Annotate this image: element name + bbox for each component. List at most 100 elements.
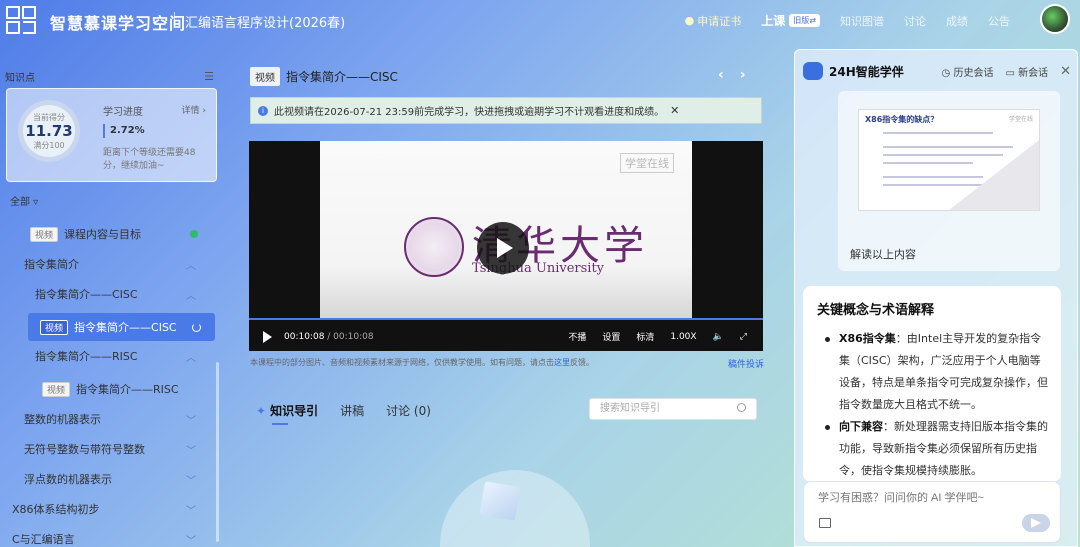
tree-item-label: 浮点数的机器表示 xyxy=(24,473,112,486)
video-tag: 视频 xyxy=(30,226,59,242)
tree-item-integer-repr[interactable]: 整数的机器表示 ﹀ xyxy=(24,405,216,433)
chevron-up-icon[interactable]: ︿ xyxy=(186,287,196,302)
player-controls: 00:10:08 / 00:10:08 不播 设置 标清 1.00X 🔈 ⤢ xyxy=(249,322,763,351)
video-title: 指令集简介——CISC xyxy=(286,70,398,84)
filter-dropdown[interactable]: 全部 ▿ xyxy=(10,193,38,208)
robot-icon xyxy=(803,62,823,80)
video-progress-bar[interactable] xyxy=(249,318,763,320)
tab-transcript[interactable]: 讲稿 xyxy=(340,402,364,419)
previous-icon[interactable]: ‹ xyxy=(718,67,724,83)
new-chat-button[interactable]: ▭ 新会话 xyxy=(1005,64,1048,79)
chevron-down-icon[interactable]: ﹀ xyxy=(186,532,196,547)
slide-decoration xyxy=(949,140,1039,210)
site-title[interactable]: 智慧慕课学习空间 xyxy=(50,10,186,34)
tree-item-label: 整数的机器表示 xyxy=(24,413,101,426)
quality-button[interactable]: 标清 xyxy=(636,330,654,343)
report-link[interactable]: 稿件投诉 xyxy=(728,357,764,370)
tree-item-course-goals[interactable]: 视频 课程内容与目标 xyxy=(30,220,216,248)
autoplay-toggle[interactable]: 不播 xyxy=(568,330,586,343)
progress-detail-link[interactable]: 详情 › xyxy=(182,103,206,116)
ai-title: 24H智能学伴 xyxy=(829,64,904,79)
full-score-label: 满分100 xyxy=(33,140,65,150)
tree-item-float-repr[interactable]: 浮点数的机器表示 ﹀ xyxy=(24,465,216,493)
fullscreen-icon[interactable]: ⤢ xyxy=(740,332,747,342)
tree-item-signed-unsigned[interactable]: 无符号整数与带符号整数 ﹀ xyxy=(24,435,216,463)
video-player[interactable]: 学堂在线 清华大学 Tsinghua University 00:10:08 /… xyxy=(249,141,763,351)
search-icon[interactable] xyxy=(737,403,746,412)
old-version-badge[interactable]: 旧版⇄ xyxy=(789,14,820,27)
nav-class[interactable]: 上课 旧版⇄ xyxy=(761,12,820,29)
score-ring: 当前得分 11.73 满分100 xyxy=(18,100,80,162)
tree-item-label: 课程内容与目标 xyxy=(64,228,142,241)
tree-item-label: 指令集简介——CISC xyxy=(74,321,177,334)
ai-input-box xyxy=(803,481,1061,543)
nav-grades[interactable]: 成绩 xyxy=(946,13,968,29)
in-progress-icon xyxy=(192,322,201,332)
ai-header: 24H智能学伴 ◷ 历史会话 ▭ 新会话 ✕ xyxy=(803,62,1071,80)
tree-item-x86-arch[interactable]: X86体系结构初步 ﹀ xyxy=(12,495,216,523)
speed-button[interactable]: 1.00X xyxy=(670,332,696,342)
apply-certificate-link[interactable]: ● 申请证书 xyxy=(685,13,742,29)
chevron-down-icon[interactable]: ﹀ xyxy=(186,472,196,487)
tree-item-c-assembly[interactable]: C与汇编语言 ﹀ xyxy=(12,525,216,547)
sidebar-heading: 知识点 xyxy=(5,73,35,84)
nav-knowledge-graph[interactable]: 知识图谱 xyxy=(840,13,884,29)
slide-watermark: 学堂在线 xyxy=(1008,116,1033,123)
copyright-disclaimer: 本课程中的部分图片、音频和视频素材来源于网络，仅供教学使用。如有问题，请点击这里… xyxy=(250,358,594,367)
nav-discussion[interactable]: 讨论 xyxy=(904,13,926,29)
list-item: 向下兼容：新处理器需支持旧版本指令集的功能，导致新指令集必须保留所有历史指令，使… xyxy=(817,416,1049,482)
nav-announcements[interactable]: 公告 xyxy=(988,13,1010,29)
chevron-up-icon[interactable]: ︿ xyxy=(186,349,196,364)
info-icon: i xyxy=(258,105,268,116)
course-title: 汇编语言程序设计(2026春) xyxy=(185,16,346,31)
answer-list: X86指令集：由Intel主导开发的复杂指令集（CISC）架构，广泛应用于个人电… xyxy=(817,328,1049,482)
tab-knowledge-guide[interactable]: ✦ 知识导引 xyxy=(256,402,318,425)
tree-item-cisc-section[interactable]: 指令集简介——CISC ︿ xyxy=(35,280,216,308)
folder-icon[interactable] xyxy=(819,518,831,528)
play-button[interactable] xyxy=(477,222,529,274)
logo-icon[interactable] xyxy=(6,6,36,34)
chevron-up-icon[interactable]: ︿ xyxy=(186,257,196,272)
tree-item-label: X86体系结构初步 xyxy=(12,503,100,516)
tree-item-instruction-sets[interactable]: 指令集简介 ︿ xyxy=(24,250,216,278)
user-avatar[interactable] xyxy=(1040,4,1070,34)
sparkle-icon: ✦ xyxy=(256,404,267,418)
tree-item-label: 指令集简介——RISC xyxy=(76,383,179,396)
score-label: 当前得分 xyxy=(33,112,65,122)
collapse-menu-icon[interactable]: ☰ xyxy=(204,70,214,83)
empty-box-icon xyxy=(479,481,521,521)
top-nav: ● 申请证书 上课 旧版⇄ 知识图谱 讨论 成绩 公告 xyxy=(685,12,1010,29)
search-input[interactable]: 搜索知识导引 xyxy=(589,398,757,420)
title-divider xyxy=(174,12,175,28)
settings-button[interactable]: 设置 xyxy=(602,330,620,343)
chevron-down-icon[interactable]: ﹀ xyxy=(186,412,196,427)
feedback-link[interactable]: 这里 xyxy=(554,358,570,367)
slide-thumbnail[interactable]: X86指令集的缺点？ 学堂在线 xyxy=(858,109,1040,211)
play-icon[interactable] xyxy=(263,330,272,343)
close-icon[interactable]: ✕ xyxy=(670,104,679,117)
progress-bar xyxy=(103,124,105,138)
tree-item-cisc-video[interactable]: 视频 指令集简介——CISC xyxy=(28,313,215,341)
send-button[interactable] xyxy=(1022,514,1050,532)
chevron-down-icon[interactable]: ﹀ xyxy=(186,442,196,457)
list-item: X86指令集：由Intel主导开发的复杂指令集（CISC）架构，广泛应用于个人电… xyxy=(817,328,1049,416)
answer-heading: 关键概念与术语解释 xyxy=(817,303,935,318)
close-icon[interactable]: ✕ xyxy=(1060,64,1071,79)
tree-item-risc-video[interactable]: 视频 指令集简介——RISC xyxy=(42,375,216,403)
history-button[interactable]: ◷ 历史会话 xyxy=(942,64,994,79)
sidebar-scrollbar[interactable] xyxy=(216,362,219,542)
tree-item-label: 指令集简介——RISC xyxy=(35,350,138,363)
image-caption: 解读以上内容 xyxy=(850,248,916,261)
university-seal-icon xyxy=(404,217,464,277)
ai-answer: 关键概念与术语解释 X86指令集：由Intel主导开发的复杂指令集（CISC）架… xyxy=(803,286,1061,482)
next-icon[interactable]: › xyxy=(740,67,746,83)
tree-item-risc-section[interactable]: 指令集简介——RISC ︿ xyxy=(35,342,216,370)
chevron-down-icon[interactable]: ﹀ xyxy=(186,502,196,517)
ai-question-input[interactable] xyxy=(818,492,1018,504)
progress-title: 学习进度 xyxy=(103,107,143,118)
tree-item-label: 无符号整数与带符号整数 xyxy=(24,443,145,456)
volume-icon[interactable]: 🔈 xyxy=(713,332,724,342)
tree-item-label: 指令集简介——CISC xyxy=(35,288,138,301)
tab-discussion[interactable]: 讨论 (0) xyxy=(386,402,431,419)
score-value: 11.73 xyxy=(25,121,73,140)
